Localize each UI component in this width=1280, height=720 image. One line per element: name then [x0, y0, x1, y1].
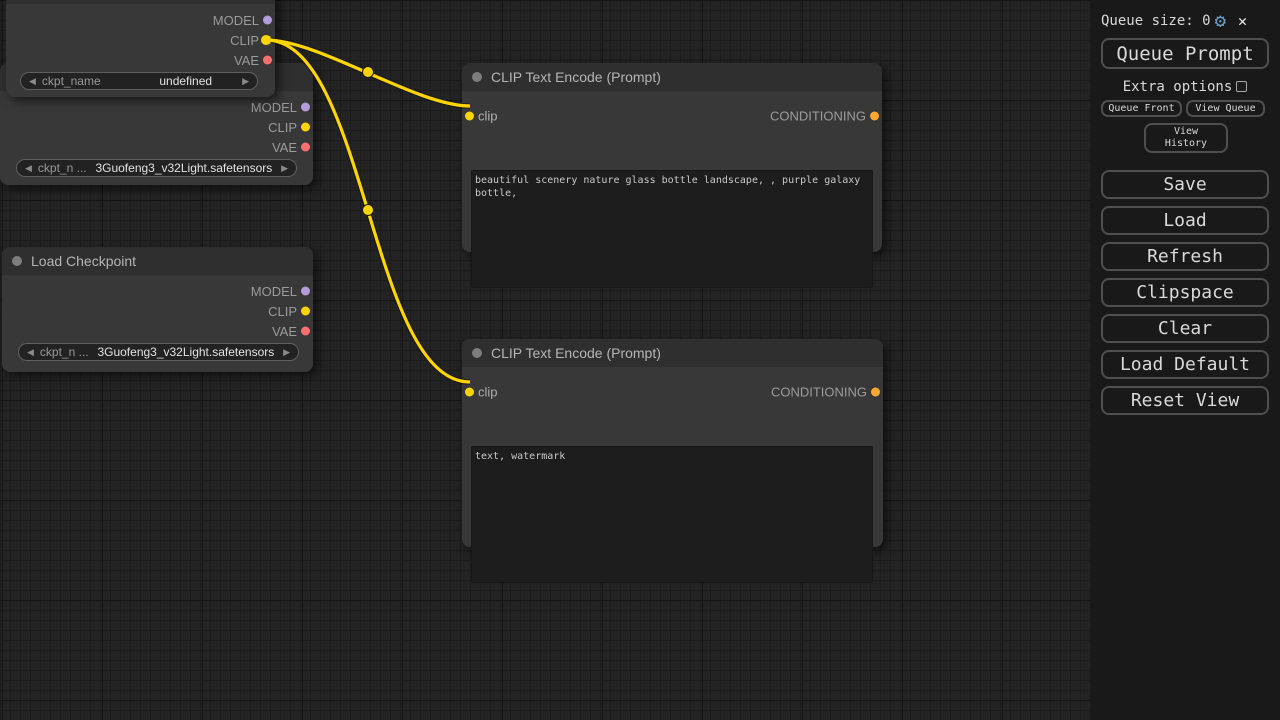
node-load-checkpoint-bottom[interactable]: Load Checkpoint MODEL CLIP VAE ◀ ckpt_n …: [2, 247, 313, 372]
slot-label: VAE: [234, 53, 259, 68]
node-title-bar[interactable]: CLIP Text Encode (Prompt): [462, 63, 882, 91]
slot-label: CLIP: [268, 120, 297, 135]
combo-value: 3Guofeng3_v32Light.safetensors: [95, 345, 277, 359]
output-slot-model[interactable]: MODEL: [2, 281, 313, 301]
node-title-bar[interactable]: CLIP Text Encode (Prompt): [462, 339, 883, 367]
slot-label: VAE: [272, 324, 297, 339]
combo-value: 3Guofeng3_v32Light.safetensors: [93, 161, 275, 175]
output-slot-clip[interactable]: CLIP: [6, 30, 275, 50]
clip-slot-icon[interactable]: [301, 123, 310, 132]
collapse-dot-icon[interactable]: [472, 72, 482, 82]
output-slot-model[interactable]: MODEL: [6, 10, 275, 30]
node-clip-text-encode-positive[interactable]: CLIP Text Encode (Prompt) clip CONDITION…: [462, 63, 882, 252]
combo-right-arrow-icon[interactable]: ▶: [242, 77, 249, 86]
clipspace-button[interactable]: Clipspace: [1101, 278, 1269, 307]
view-history-line2: History: [1165, 138, 1207, 150]
ckpt-name-combo[interactable]: ◀ ckpt_name undefined ▶: [20, 72, 258, 90]
queue-front-button[interactable]: Queue Front: [1101, 100, 1182, 117]
model-slot-icon[interactable]: [301, 287, 310, 296]
wire-midpoint-dot[interactable]: [363, 67, 374, 78]
output-slot-vae[interactable]: VAE: [0, 137, 313, 157]
slot-label: CLIP: [268, 304, 297, 319]
vae-slot-icon[interactable]: [301, 327, 310, 336]
clip-slot-icon[interactable]: [301, 307, 310, 316]
output-slot-clip[interactable]: CLIP: [0, 117, 313, 137]
clear-button[interactable]: Clear: [1101, 314, 1269, 343]
output-slot-clip[interactable]: CLIP: [2, 301, 313, 321]
clip-input-icon[interactable]: [465, 112, 474, 121]
extra-options-checkbox[interactable]: [1236, 81, 1247, 92]
ckpt-name-combo[interactable]: ◀ ckpt_n ... 3Guofeng3_v32Light.safetens…: [18, 343, 299, 361]
clip-input-label: clip: [478, 109, 498, 124]
conditioning-output-label: CONDITIONING: [771, 385, 867, 400]
combo-label: ckpt_n ...: [38, 161, 87, 175]
combo-label: ckpt_n ...: [40, 345, 89, 359]
clip-slot-icon[interactable]: [263, 36, 272, 45]
ckpt-name-combo[interactable]: ◀ ckpt_n ... 3Guofeng3_v32Light.safetens…: [16, 159, 297, 177]
conditioning-output-label: CONDITIONING: [770, 109, 866, 124]
settings-gear-icon[interactable]: ⚙: [1215, 12, 1226, 31]
view-queue-button[interactable]: View Queue: [1186, 100, 1265, 117]
view-history-line1: View: [1174, 126, 1198, 138]
queue-prompt-button[interactable]: Queue Prompt: [1101, 38, 1269, 69]
positive-prompt-textarea[interactable]: beautiful scenery nature glass bottle la…: [471, 170, 873, 288]
model-slot-icon[interactable]: [263, 16, 272, 25]
node-load-checkpoint-top[interactable]: Load Checkpoint MODEL CLIP VAE ◀ ckpt_na…: [6, 0, 275, 97]
refresh-button[interactable]: Refresh: [1101, 242, 1269, 271]
vae-slot-icon[interactable]: [301, 143, 310, 152]
slot-label: MODEL: [251, 284, 297, 299]
extra-options-label: Extra options: [1123, 79, 1233, 95]
load-button[interactable]: Load: [1101, 206, 1269, 235]
slot-label: MODEL: [213, 13, 259, 28]
view-history-button[interactable]: View History: [1144, 123, 1228, 153]
output-slot-vae[interactable]: VAE: [2, 321, 313, 341]
conditioning-output-icon[interactable]: [870, 112, 879, 121]
comfy-menu-panel: Queue size: 0 ⚙ ✕ Queue Prompt Extra opt…: [1090, 0, 1280, 720]
queue-size-label: Queue size: 0: [1101, 13, 1211, 29]
node-title: CLIP Text Encode (Prompt): [491, 69, 661, 85]
collapse-dot-icon[interactable]: [12, 256, 22, 266]
slot-label: CLIP: [230, 33, 259, 48]
combo-label: ckpt_name: [42, 74, 101, 88]
conditioning-output-icon[interactable]: [871, 388, 880, 397]
node-clip-text-encode-negative[interactable]: CLIP Text Encode (Prompt) clip CONDITION…: [462, 339, 883, 547]
save-button[interactable]: Save: [1101, 170, 1269, 199]
node-title: Load Checkpoint: [31, 253, 136, 269]
node-title-bar[interactable]: Load Checkpoint: [2, 247, 313, 275]
clip-input-icon[interactable]: [465, 388, 474, 397]
close-menu-icon[interactable]: ✕: [1238, 14, 1247, 29]
output-slot-vae[interactable]: VAE: [6, 50, 275, 70]
combo-left-arrow-icon[interactable]: ◀: [29, 77, 36, 86]
wire-midpoint-dot[interactable]: [363, 205, 374, 216]
graph-canvas[interactable]: Load Checkpoint MODEL CLIP VAE ◀ ckpt_n …: [0, 0, 1280, 720]
combo-left-arrow-icon[interactable]: ◀: [25, 164, 32, 173]
combo-right-arrow-icon[interactable]: ▶: [283, 348, 290, 357]
slot-label: MODEL: [251, 100, 297, 115]
collapse-dot-icon[interactable]: [472, 348, 482, 358]
combo-left-arrow-icon[interactable]: ◀: [27, 348, 34, 357]
clip-input-label: clip: [478, 385, 498, 400]
load-default-button[interactable]: Load Default: [1101, 350, 1269, 379]
node-title: CLIP Text Encode (Prompt): [491, 345, 661, 361]
model-slot-icon[interactable]: [301, 103, 310, 112]
combo-right-arrow-icon[interactable]: ▶: [281, 164, 288, 173]
output-slot-model[interactable]: MODEL: [0, 97, 313, 117]
negative-prompt-textarea[interactable]: text, watermark: [471, 446, 873, 583]
reset-view-button[interactable]: Reset View: [1101, 386, 1269, 415]
slot-label: VAE: [272, 140, 297, 155]
vae-slot-icon[interactable]: [263, 56, 272, 65]
combo-value: undefined: [107, 74, 236, 88]
